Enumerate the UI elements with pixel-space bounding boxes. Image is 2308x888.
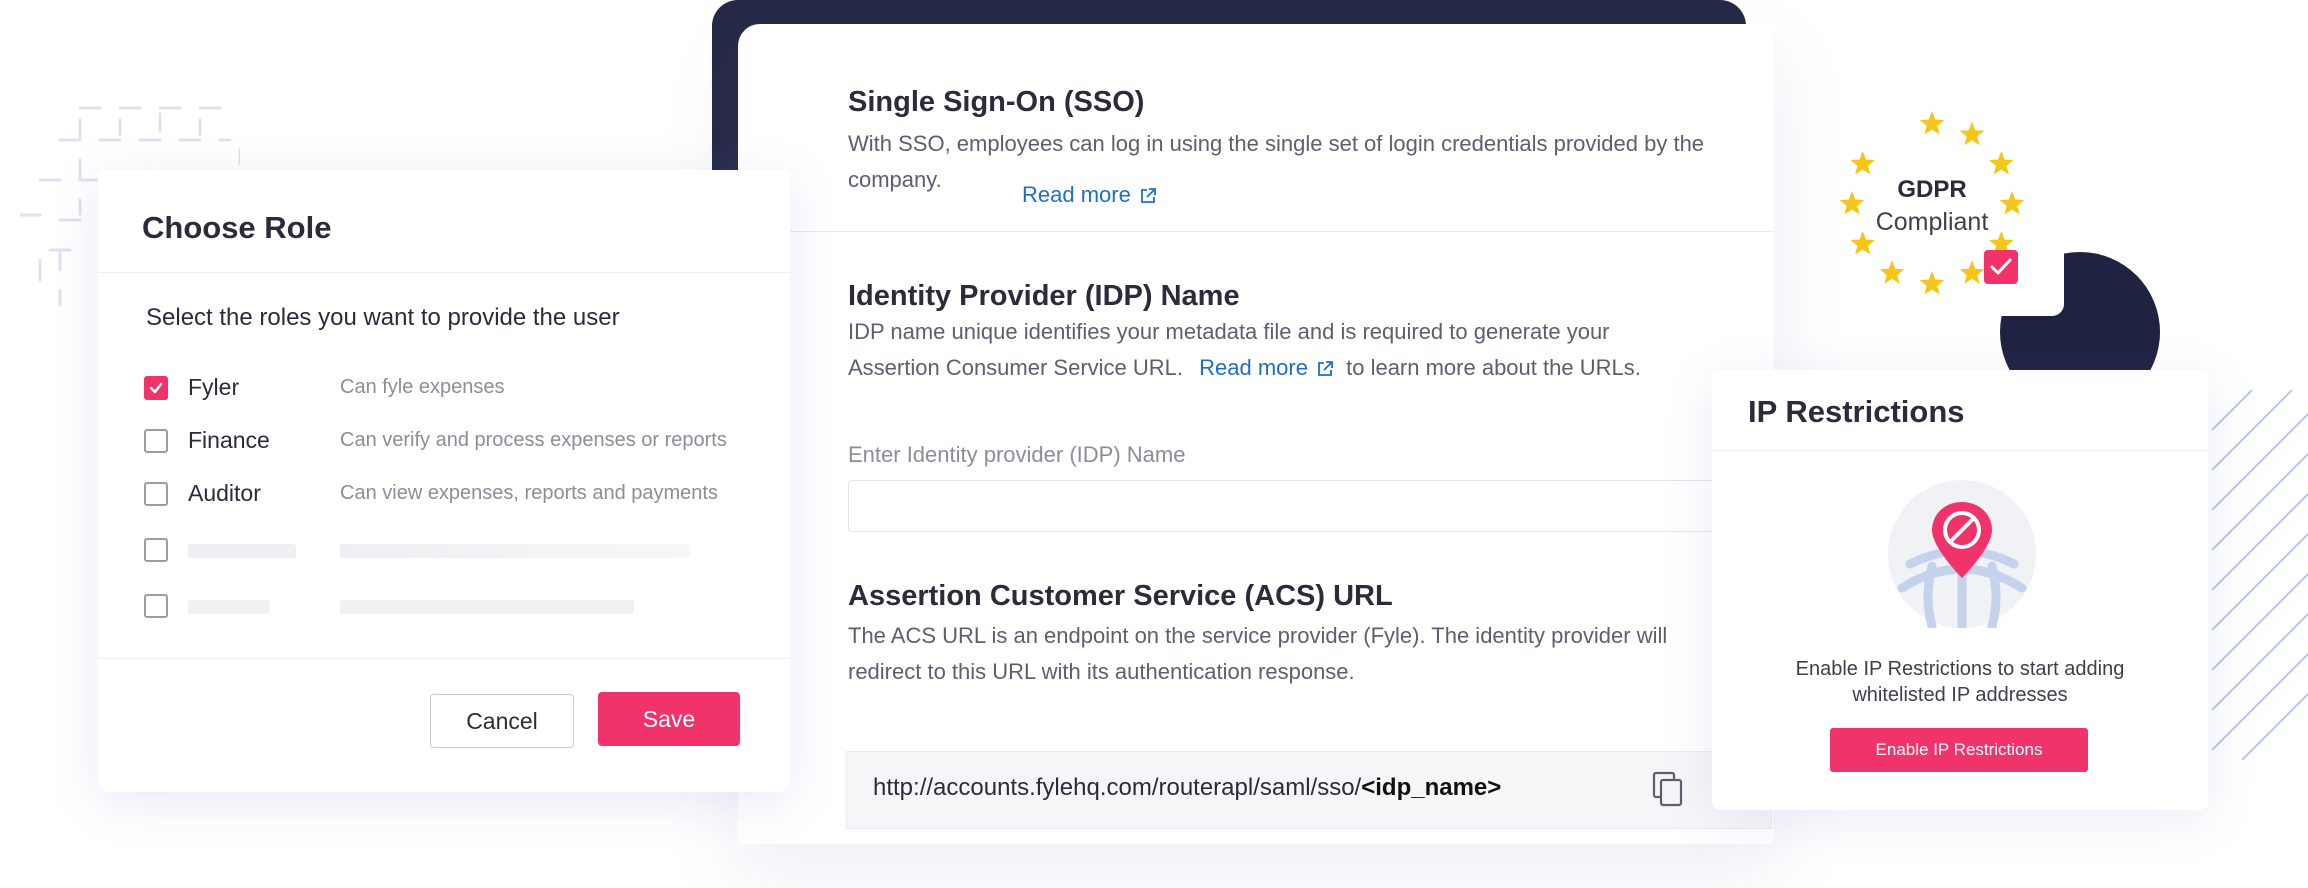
modal-title: Choose Role — [142, 210, 332, 245]
sso-read-more-link[interactable]: Read more — [1022, 182, 1157, 208]
role-option-placeholder[interactable] — [144, 592, 764, 622]
star-icon — [1879, 260, 1905, 284]
star-icon — [1919, 271, 1945, 295]
idp-name-input[interactable] — [848, 480, 1776, 532]
checkbox-checked[interactable] — [144, 376, 168, 400]
sso-title: Single Sign-On (SSO) — [848, 86, 1145, 118]
ip-restrictions-card: IP Restrictions Enable IP Restrictions t… — [1712, 370, 2208, 810]
role-desc: Can verify and process expenses or repor… — [340, 429, 727, 451]
role-option-finance[interactable]: Finance Can verify and process expenses … — [144, 427, 764, 457]
decorative-stripe-pattern — [2212, 390, 2308, 760]
idp-read-more-label: Read more — [1199, 355, 1308, 380]
skeleton-name — [188, 600, 270, 614]
section-divider — [738, 231, 1774, 232]
skeleton-name — [188, 544, 296, 558]
sso-description: With SSO, employees can log in using the… — [848, 126, 1748, 198]
idp-read-more-link[interactable]: Read more — [1199, 355, 1334, 380]
role-name: Finance — [188, 427, 270, 453]
idp-desc-line2-suffix: to learn more about the URLs. — [1346, 355, 1641, 380]
sso-section: Single Sign-On (SSO) — [848, 86, 1144, 119]
sso-desc-line1: With SSO, employees can log in using the… — [848, 131, 1705, 156]
skeleton-desc — [340, 600, 634, 614]
skeleton-desc — [340, 544, 690, 558]
idp-desc-line2-prefix: Assertion Consumer Service URL. — [848, 355, 1184, 380]
card-divider — [1712, 450, 2208, 451]
star-icon — [1959, 121, 1985, 146]
acs-desc-line1: The ACS URL is an endpoint on the servic… — [848, 623, 1668, 648]
role-name: Auditor — [188, 480, 261, 506]
sso-read-more-label: Read more — [1022, 182, 1131, 207]
star-icon — [1959, 260, 1985, 284]
role-desc: Can fyle expenses — [340, 376, 505, 398]
role-desc: Can view expenses, reports and payments — [340, 482, 718, 504]
checkbox[interactable] — [144, 482, 168, 506]
acs-section: Assertion Customer Service (ACS) URL — [848, 580, 1393, 613]
gdpr-check-icon — [1984, 250, 2018, 284]
external-link-icon — [1140, 188, 1156, 203]
modal-subtitle: Select the roles you want to provide the… — [146, 304, 620, 331]
acs-desc-line2: redirect to this URL with its authentica… — [848, 659, 1355, 684]
globe-location-blocked-icon — [1888, 480, 2036, 628]
modal-footer-divider — [98, 658, 790, 659]
ip-description: Enable IP Restrictions to start adding w… — [1712, 656, 2208, 708]
enable-ip-restrictions-button[interactable]: Enable IP Restrictions — [1830, 728, 2088, 772]
idp-desc-line1: IDP name unique identifies your metadata… — [848, 319, 1610, 344]
acs-url-text: http://accounts.fylehq.com/routerapl/sam… — [873, 774, 1501, 802]
ip-desc-line1: Enable IP Restrictions to start adding — [1795, 658, 2125, 680]
role-option-placeholder[interactable] — [144, 536, 764, 566]
idp-description: IDP name unique identifies your metadata… — [848, 314, 1768, 386]
star-icon — [1919, 111, 1945, 135]
idp-desc-line2: Assertion Consumer Service URL. Read mor… — [848, 350, 1768, 386]
star-icon — [1850, 151, 1876, 175]
ip-desc-line2: whitelisted IP addresses — [1852, 684, 2068, 706]
role-option-fyler[interactable]: Fyler Can fyle expenses — [144, 374, 764, 404]
ip-title: IP Restrictions — [1748, 394, 1965, 429]
sso-settings-panel: Single Sign-On (SSO) With SSO, employees… — [738, 24, 1776, 844]
gdpr-label: GDPR — [1897, 176, 1967, 203]
idp-section: Identity Provider (IDP) Name — [848, 280, 1240, 313]
acs-url-param: <idp_name> — [1361, 774, 1502, 801]
external-link-icon — [1318, 361, 1333, 376]
gdpr-badge: GDPR Compliant — [1832, 104, 2032, 304]
checkbox[interactable] — [144, 594, 168, 618]
cancel-button[interactable]: Cancel — [430, 694, 574, 748]
acs-description: The ACS URL is an endpoint on the servic… — [848, 618, 1768, 690]
idp-title: Identity Provider (IDP) Name — [848, 280, 1240, 312]
role-name: Fyler — [188, 374, 240, 400]
idp-field-wrap: Enter Identity provider (IDP) Name — [848, 442, 1185, 468]
sso-desc-line2: company. — [848, 167, 942, 192]
acs-title: Assertion Customer Service (ACS) URL — [848, 580, 1393, 612]
role-option-auditor[interactable]: Auditor Can view expenses, reports and p… — [144, 480, 764, 510]
checkbox[interactable] — [144, 538, 168, 562]
choose-role-modal: Choose Role Select the roles you want to… — [98, 170, 790, 792]
star-icon — [1988, 151, 2014, 175]
acs-url-box: http://accounts.fylehq.com/routerapl/sam… — [846, 751, 1772, 829]
modal-divider — [98, 272, 790, 273]
checkbox[interactable] — [144, 429, 168, 453]
copy-icon[interactable] — [1651, 770, 1685, 808]
save-button[interactable]: Save — [598, 692, 740, 746]
compliant-label: Compliant — [1875, 208, 1989, 236]
idp-field-label: Enter Identity provider (IDP) Name — [848, 442, 1186, 467]
acs-url-base: http://accounts.fylehq.com/routerapl/sam… — [873, 774, 1362, 801]
